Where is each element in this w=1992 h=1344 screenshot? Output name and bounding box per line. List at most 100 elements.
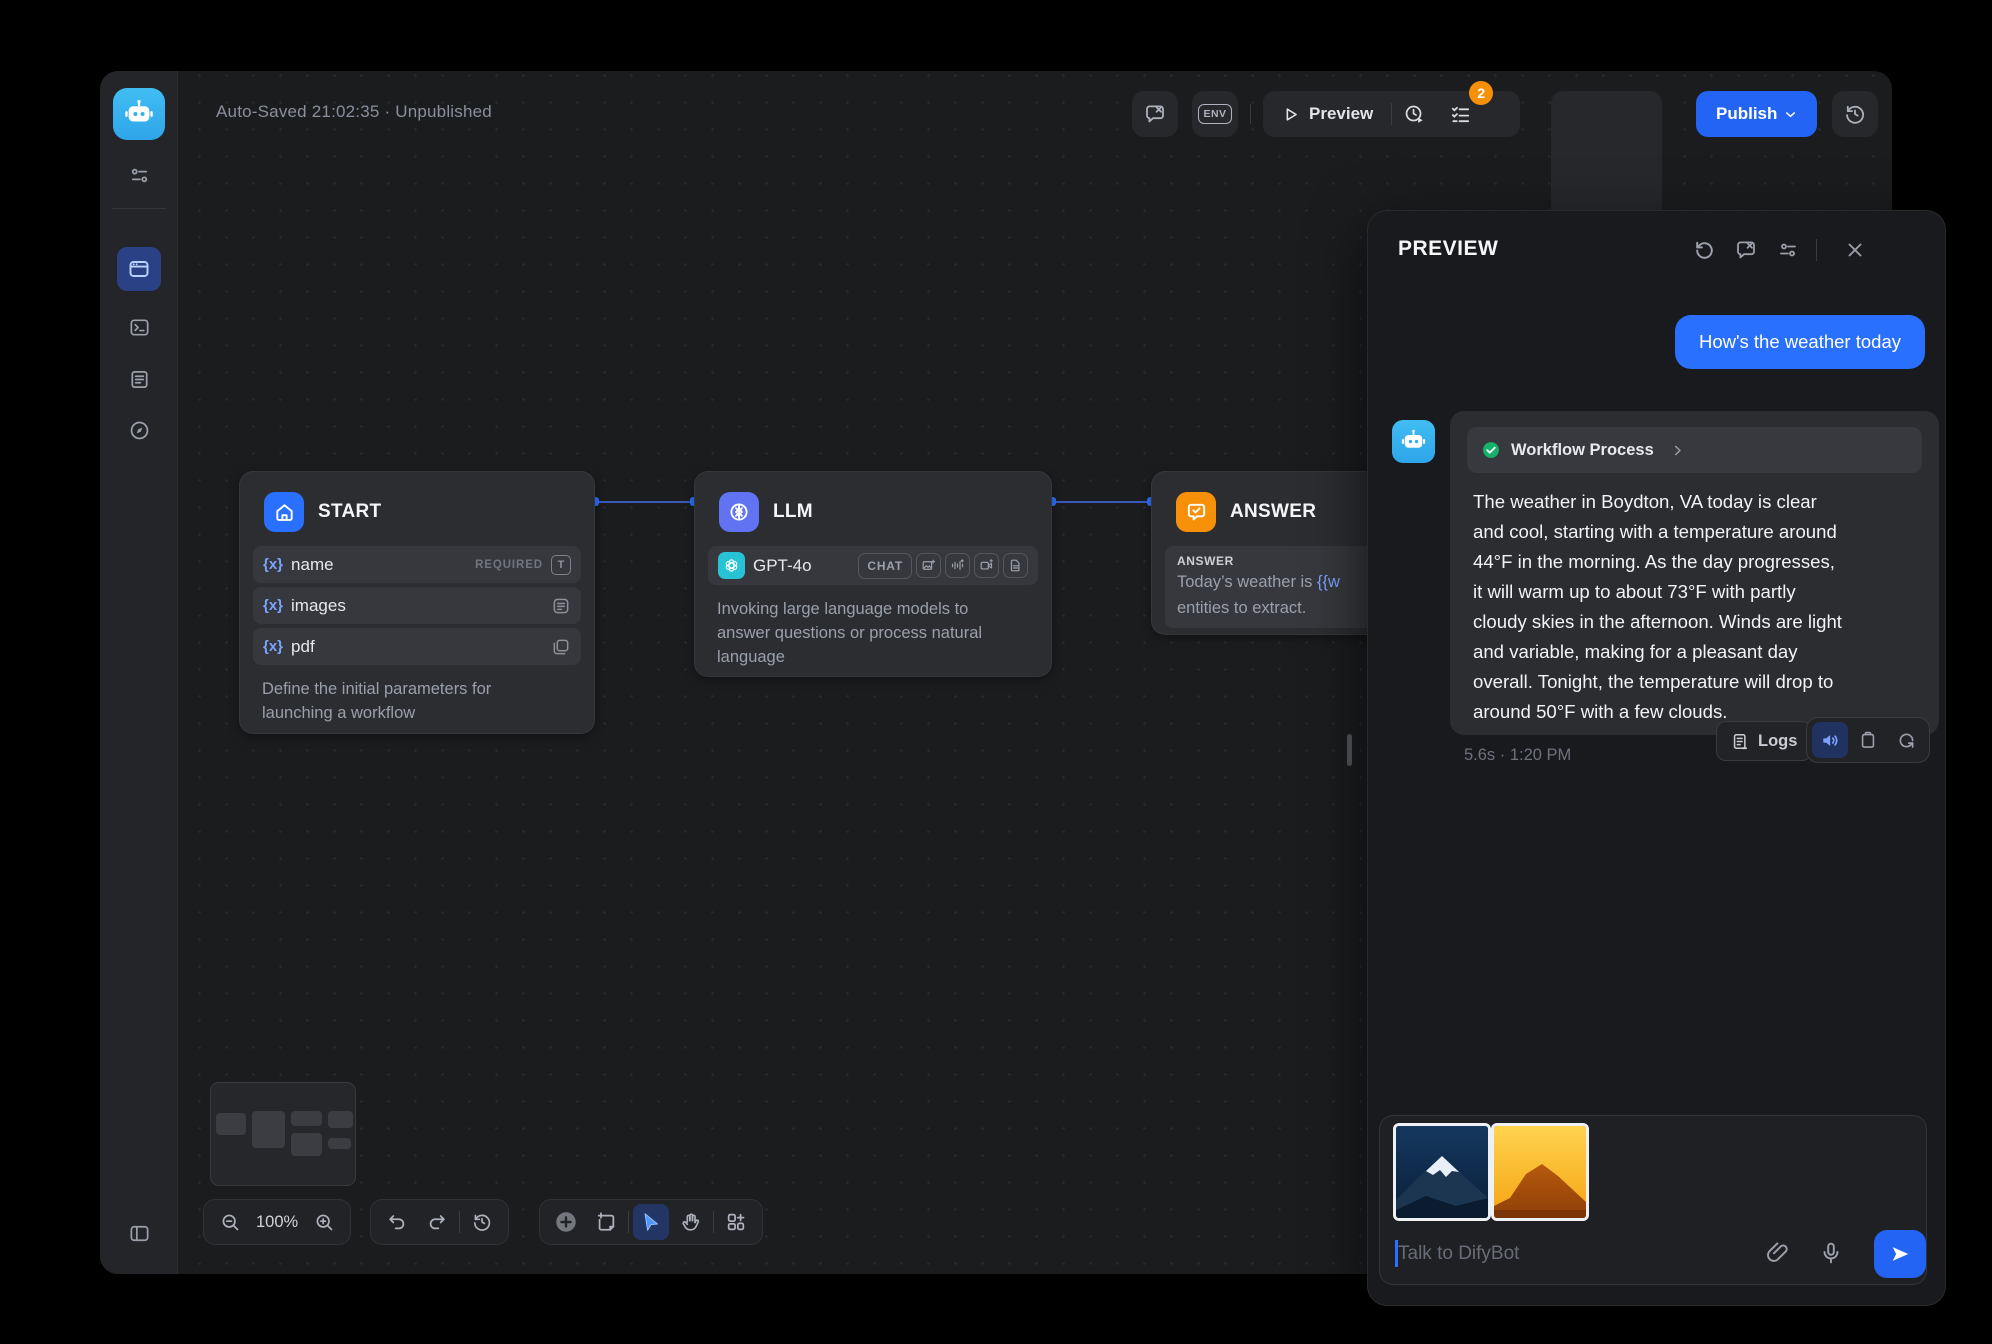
canvas-minimap[interactable] — [210, 1082, 356, 1186]
send-icon — [1889, 1243, 1911, 1265]
redo-button[interactable] — [419, 1204, 455, 1240]
hand-tool-button[interactable] — [673, 1204, 709, 1240]
terminal-icon — [128, 316, 151, 339]
version-history-button[interactable] — [1832, 91, 1878, 137]
autosave-status: Auto-Saved 21:02:35 · Unpublished — [216, 102, 492, 122]
message-actions — [1806, 717, 1930, 763]
add-note-button[interactable] — [588, 1204, 624, 1240]
add-node-button[interactable] — [548, 1204, 584, 1240]
attachment-thumbnail-sunset[interactable] — [1491, 1123, 1589, 1221]
node-title: START — [318, 501, 381, 523]
zoom-in-button[interactable] — [306, 1204, 342, 1240]
chevron-down-icon — [1783, 107, 1798, 122]
clock-play-icon — [1403, 103, 1426, 126]
voice-input-button[interactable] — [1818, 1240, 1844, 1266]
preview-settings-button[interactable] — [1775, 237, 1801, 263]
restart-conversation-button[interactable] — [1691, 237, 1717, 263]
screen: Auto-Saved 21:02:35 · Unpublished ENV Pr… — [0, 0, 1992, 1344]
answer-bubble-icon — [1176, 492, 1216, 532]
node-description: Invoking large language models to answer… — [695, 585, 1051, 685]
preview-annotation-button[interactable] — [1733, 237, 1759, 263]
logs-button[interactable]: Logs — [1716, 721, 1812, 761]
robot-icon — [123, 98, 155, 130]
workflow-settings-icon[interactable] — [117, 153, 161, 197]
robot-icon — [1400, 428, 1427, 455]
speaker-button[interactable] — [1812, 722, 1848, 758]
publish-button[interactable]: Publish — [1696, 91, 1817, 137]
checklist-button[interactable]: 2 — [1436, 91, 1484, 137]
openai-icon — [718, 552, 745, 579]
chat-input[interactable] — [1398, 1236, 1728, 1272]
bot-avatar — [1392, 420, 1435, 463]
brain-icon — [719, 492, 759, 532]
history-icon — [1843, 102, 1867, 126]
sidebar — [100, 71, 178, 1274]
checklist-icon — [1449, 103, 1472, 126]
play-icon — [1281, 105, 1300, 124]
start-field-images: {x} images — [253, 587, 581, 624]
collapse-sidebar-button[interactable] — [117, 1211, 161, 1255]
node-llm-header: LLM — [695, 472, 1051, 542]
attachment-thumbnail-fuji[interactable] — [1393, 1123, 1491, 1221]
model-name: GPT-4o — [753, 556, 812, 576]
preview-run-button[interactable]: Preview — [1263, 91, 1391, 137]
sidebar-item-orchestrate[interactable] — [117, 247, 161, 291]
panel-resize-handle[interactable] — [1347, 734, 1352, 766]
bot-message-card: Workflow Process The weather in Boydton,… — [1450, 411, 1939, 735]
change-history-button[interactable] — [464, 1204, 500, 1240]
chat-mode-badge: CHAT — [858, 553, 912, 579]
chevron-right-icon — [1670, 443, 1685, 458]
annotation-button[interactable] — [1132, 91, 1178, 137]
pointer-tool-button[interactable] — [633, 1204, 669, 1240]
undo-redo-controls — [370, 1199, 509, 1245]
message-meta: 5.6s · 1:20 PM — [1464, 746, 1571, 765]
env-icon: ENV — [1198, 104, 1231, 124]
zoom-level[interactable]: 100% — [252, 1213, 302, 1232]
chat-input-area — [1379, 1115, 1927, 1285]
sidebar-item-logs[interactable] — [117, 357, 161, 401]
node-llm[interactable]: LLM GPT-4o CHAT — [694, 471, 1052, 677]
sidebar-item-terminal[interactable] — [117, 305, 161, 349]
organize-nodes-button[interactable] — [718, 1204, 754, 1240]
required-badge: REQUIRED — [475, 559, 543, 571]
copy-button[interactable] — [1850, 722, 1886, 758]
regenerate-button[interactable] — [1888, 722, 1924, 758]
app-logo[interactable] — [113, 88, 165, 140]
close-preview-button[interactable] — [1842, 237, 1868, 263]
zoom-controls: 100% — [203, 1199, 351, 1245]
group-divider — [459, 1211, 460, 1233]
checklist-badge: 2 — [1469, 81, 1493, 105]
llm-model-row: GPT-4o CHAT — [708, 546, 1038, 585]
vision-capability-icon — [916, 553, 941, 578]
attach-file-button[interactable] — [1765, 1240, 1791, 1266]
orchestrate-icon — [127, 257, 151, 281]
run-history-button[interactable] — [1392, 92, 1436, 136]
header-divider — [1816, 239, 1817, 261]
group-divider — [628, 1211, 629, 1233]
edge-start-llm — [595, 501, 694, 503]
workflow-process-toggle[interactable]: Workflow Process — [1467, 427, 1922, 473]
user-message-bubble: How's the weather today — [1675, 315, 1925, 369]
home-icon — [264, 492, 304, 532]
node-start[interactable]: START {x} name REQUIRED T {x} images — [239, 471, 595, 734]
text-type-icon: T — [551, 555, 571, 575]
compass-icon — [128, 419, 151, 442]
run-controls: Preview 2 — [1263, 91, 1520, 137]
undo-button[interactable] — [379, 1204, 415, 1240]
variable-token: {{w — [1317, 573, 1340, 591]
send-button[interactable] — [1874, 1230, 1926, 1278]
preview-panel: PREVIEW How's the weather today Workf — [1367, 210, 1946, 1306]
collapse-panel-icon — [128, 1222, 151, 1245]
annotation-icon — [1143, 102, 1167, 126]
group-divider — [713, 1211, 714, 1233]
files-type-icon — [551, 637, 571, 657]
env-button[interactable]: ENV — [1192, 91, 1238, 137]
document-list-icon — [128, 368, 151, 391]
sidebar-item-monitoring[interactable] — [117, 408, 161, 452]
node-title: LLM — [773, 501, 813, 523]
document-capability-icon — [1003, 553, 1028, 578]
topbar-divider — [1250, 104, 1251, 124]
video-capability-icon — [974, 553, 999, 578]
node-start-header: START — [240, 472, 594, 542]
zoom-out-button[interactable] — [212, 1204, 248, 1240]
